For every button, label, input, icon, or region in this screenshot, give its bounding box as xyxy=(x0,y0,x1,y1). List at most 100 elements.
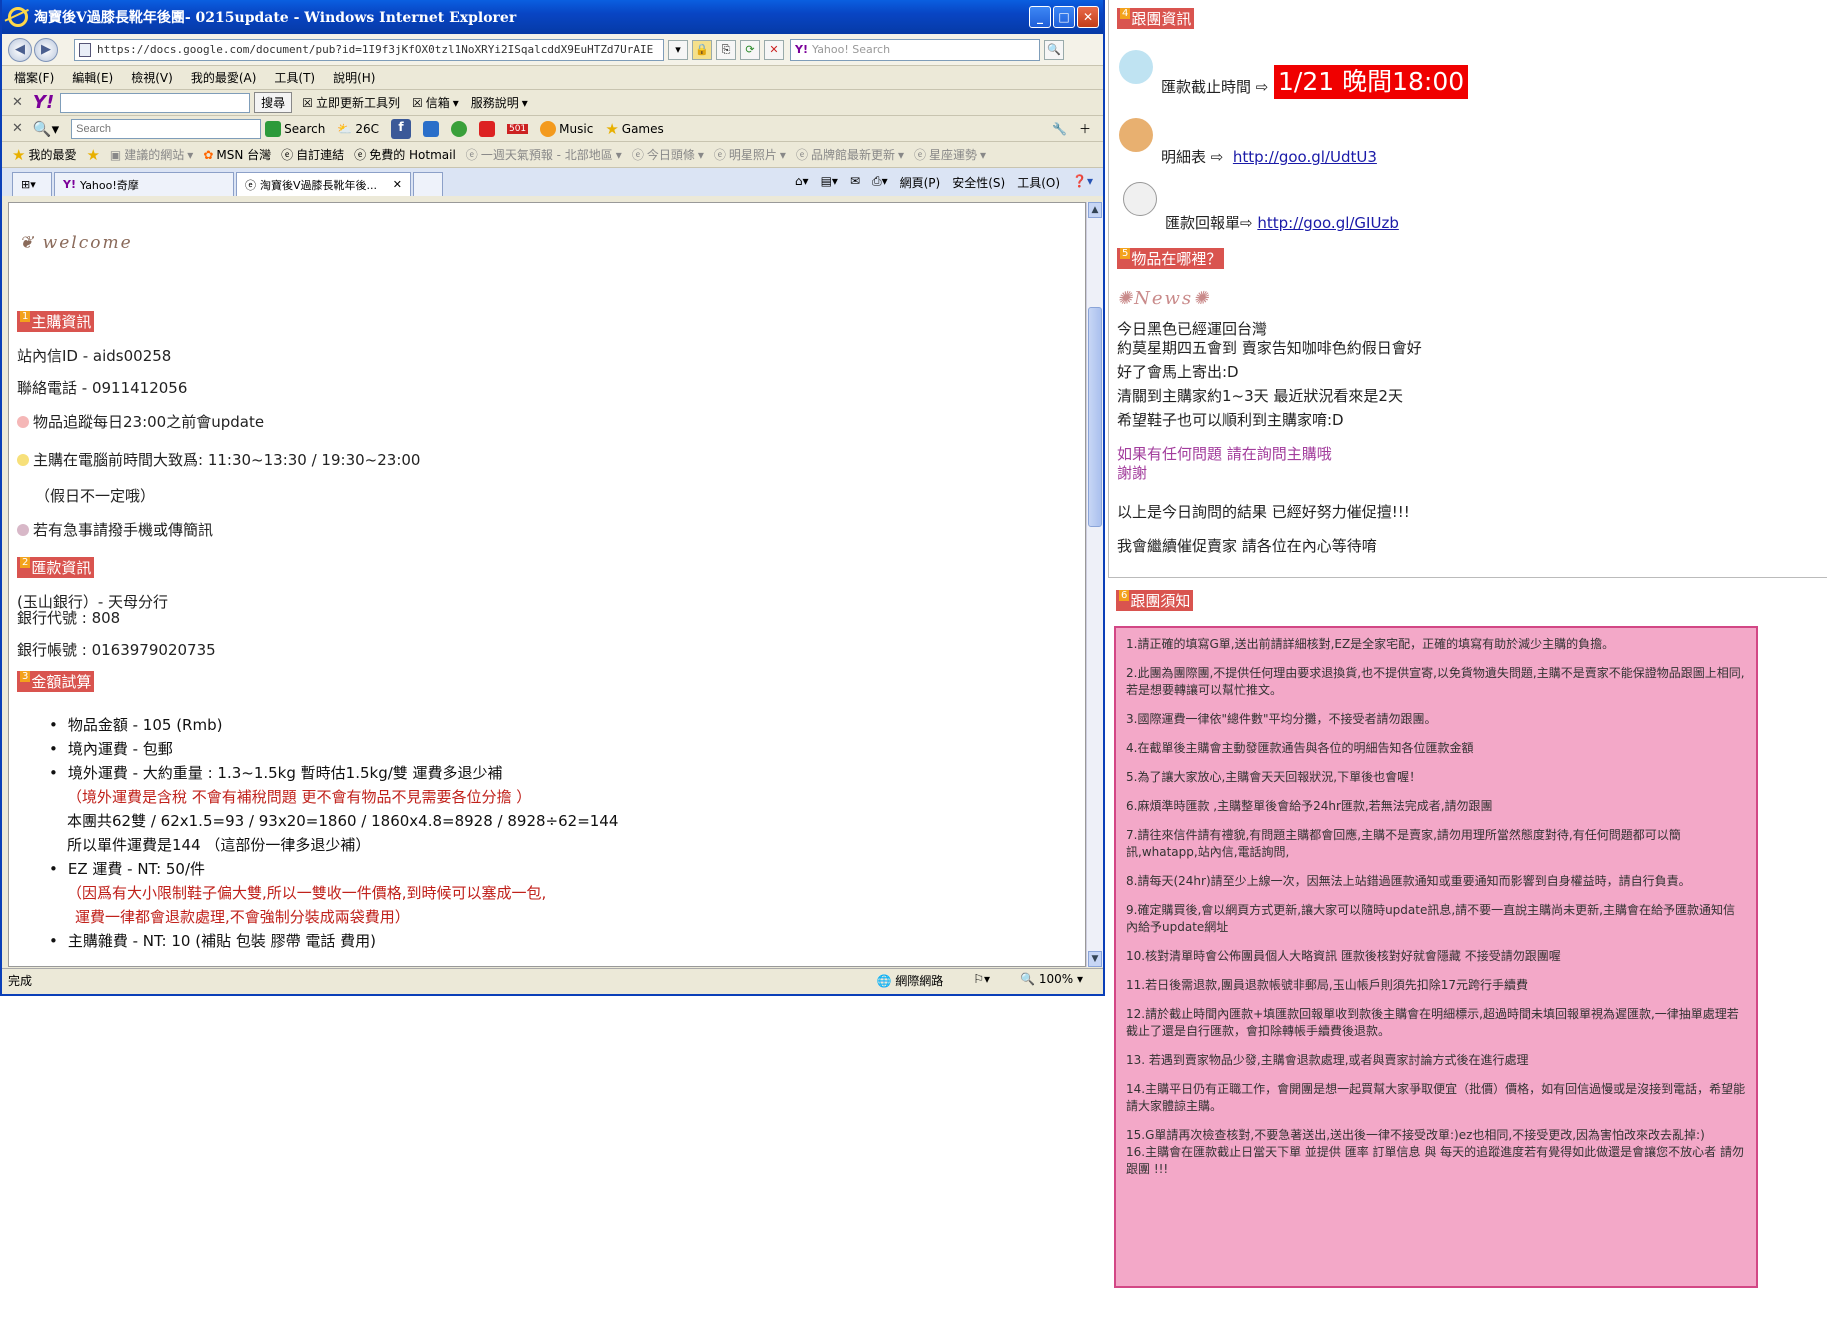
cost-calc: 本團共62雙 / 62x1.5=93 / 93x20=1860 / 1860x4… xyxy=(67,812,619,830)
fav-item-hotmail[interactable]: ⓔ 免費的 Hotmail xyxy=(354,146,456,163)
close-toolbar-icon[interactable]: ✕ xyxy=(12,121,23,136)
mailbox-label: 信箱 xyxy=(425,96,450,110)
menu-favorites[interactable]: 我的最愛(A) xyxy=(191,69,257,86)
minimize-button[interactable]: _ xyxy=(1029,6,1051,28)
rule-item: 16.主購會在匯款截止日當天下單 並提供 匯率 訂單信息 與 每天的追蹤進度若有… xyxy=(1126,1145,1744,1176)
add-favorite-icon[interactable]: ★ xyxy=(86,146,99,164)
weather-item[interactable]: ⛅ 26C xyxy=(337,122,379,136)
home-icon[interactable]: ⌂▾ xyxy=(795,174,809,191)
reply-link[interactable]: http://goo.gl/GIUzb xyxy=(1257,214,1399,232)
print-icon[interactable]: ⎙▾ xyxy=(872,174,888,191)
protected-mode-icon[interactable]: ⚐▾ xyxy=(973,972,990,989)
tab-document[interactable]: ⓔ 淘寶後V過膝長靴年後... ✕ xyxy=(236,172,411,196)
mail-icon xyxy=(422,120,439,137)
menu-edit[interactable]: 編輯(E) xyxy=(72,69,113,86)
mail-button[interactable] xyxy=(422,120,439,137)
fav-item-weather[interactable]: ⓔ 一週天氣預報 - 北部地區 ▾ xyxy=(466,146,622,163)
menu-tools[interactable]: 工具(T) xyxy=(274,69,315,86)
fav-item-stars[interactable]: ⓔ 明星照片 ▾ xyxy=(714,146,786,163)
close-toolbar-icon[interactable]: ✕ xyxy=(12,95,23,110)
internet-zone[interactable]: 🌐 網際網路 xyxy=(877,972,944,989)
fav-item-suggested[interactable]: ▣ 建議的網站 ▾ xyxy=(110,146,193,163)
yahoo-search-button[interactable]: 搜尋 xyxy=(254,92,293,113)
feeds-icon[interactable]: ▤▾ xyxy=(821,174,838,191)
zoom-control[interactable]: 🔍 100% ▾ xyxy=(1020,972,1083,989)
ie-page-icon: ⓔ xyxy=(281,148,294,162)
new-tab-button[interactable] xyxy=(413,172,443,196)
section-title: 金額試算 xyxy=(31,673,92,691)
news-line: 我會繼續催促賣家 請各位在內心等待唷 xyxy=(1117,537,1377,555)
yahoo-logo-icon[interactable]: Y! xyxy=(33,92,54,113)
quick-tabs-button[interactable]: ⊞▾ xyxy=(12,172,52,196)
facebook-button[interactable]: f xyxy=(390,118,411,139)
rule-item: 5.為了讓大家放心,主購會天天回報狀況,下單後也會喔！ xyxy=(1126,770,1422,784)
tab-close-icon[interactable]: ✕ xyxy=(393,178,402,191)
rule-item: 13. 若遇到賣家物品少發,主購會退款處理,或者與賣家討論方式後在進行處理 xyxy=(1126,1053,1529,1067)
maximize-button[interactable]: □ xyxy=(1053,6,1075,28)
toolbar-search-input[interactable] xyxy=(71,118,262,139)
ie-page-icon: ⓔ xyxy=(914,148,927,162)
notifications-button[interactable]: 501 xyxy=(506,123,529,134)
forward-button[interactable]: ▶ xyxy=(34,37,58,62)
yahoo-search-input[interactable]: Y! Yahoo! Search xyxy=(790,38,1040,61)
compat-view-icon[interactable]: ⎘ xyxy=(716,39,736,60)
update-toolbar-item[interactable]: ☒ 立即更新工具列 xyxy=(302,94,400,111)
url-field[interactable]: https://docs.google.com/document/pub?id=… xyxy=(74,38,664,61)
fav-item-brand[interactable]: ⓔ 品牌館最新更新 ▾ xyxy=(796,146,904,163)
news-question: 如果有任何問題 請在詢問主購哦 xyxy=(1117,445,1332,463)
music-button[interactable]: Music xyxy=(540,120,593,137)
menu-help[interactable]: 說明(H) xyxy=(333,69,375,86)
vertical-scrollbar[interactable]: ▲ ▼ xyxy=(1086,202,1103,967)
mailbox-item[interactable]: ☒ 信箱 ▾ xyxy=(412,94,459,111)
search-icon[interactable]: 🔍 xyxy=(1044,39,1064,60)
games-button[interactable]: ★ Games xyxy=(605,120,663,138)
add-icon[interactable]: ＋ xyxy=(1079,120,1091,137)
scroll-thumb[interactable] xyxy=(1088,307,1102,527)
tab-yahoo[interactable]: Y! Yahoo!奇摩 xyxy=(54,172,234,196)
fav-label: 今日頭條 xyxy=(646,148,695,162)
fav-item-headlines[interactable]: ⓔ 今日頭條 ▾ xyxy=(632,146,704,163)
fav-item-custom[interactable]: ⓔ 自訂連結 xyxy=(281,146,344,163)
close-button[interactable]: ✕ xyxy=(1077,6,1099,28)
note-holiday: （假日不一定哦） xyxy=(35,487,156,505)
chevron-down-icon: ▾ xyxy=(452,95,459,110)
fav-item-horoscope[interactable]: ⓔ 星座運勢 ▾ xyxy=(914,146,986,163)
scroll-up-icon[interactable]: ▲ xyxy=(1088,202,1102,218)
cmd-safety[interactable]: 安全性(S) xyxy=(952,174,1005,191)
mail-icon[interactable]: ✉ xyxy=(850,174,860,191)
wrench-icon[interactable]: 🔧 xyxy=(1052,122,1067,136)
tab-label: Yahoo!奇摩 xyxy=(79,178,139,192)
help-icon[interactable]: ❓▾ xyxy=(1072,174,1093,191)
update-toolbar-label: 立即更新工具列 xyxy=(315,96,400,110)
youtube-button[interactable] xyxy=(478,120,495,137)
cmd-page[interactable]: 網頁(P) xyxy=(900,174,941,191)
favorites-button[interactable]: ★ 我的最愛 xyxy=(12,146,76,164)
document-content: ❦ welcome 1 主購資訊 站內信ID - aids00258 聯絡電話 -… xyxy=(8,202,1086,967)
back-button[interactable]: ◀ xyxy=(8,37,32,62)
fav-item-msn[interactable]: ✿ MSN 台灣 xyxy=(203,146,271,163)
yahoo-toolbar-input[interactable] xyxy=(60,92,251,113)
title-bar: 淘寶後V過膝長靴年後團- 0215update - Windows Intern… xyxy=(2,0,1103,34)
branch-icon: ❦ xyxy=(19,233,43,253)
toolbar-search-button[interactable]: Search xyxy=(265,120,325,137)
magnifier-icon[interactable]: 🔍▾ xyxy=(33,120,59,138)
stop-icon[interactable]: ✕ xyxy=(764,39,784,60)
detail-link[interactable]: http://goo.gl/UdtU3 xyxy=(1233,148,1377,166)
help-item[interactable]: 服務說明 ▾ xyxy=(471,94,528,111)
section-title: 跟團須知 xyxy=(1130,592,1191,610)
cmd-tools[interactable]: 工具(O) xyxy=(1017,174,1060,191)
rabbit-icon xyxy=(1123,182,1157,216)
cost-item: 主購雜費 - NT: 10 (補貼 包裝 膠帶 電話 費用) xyxy=(49,929,618,953)
url-dropdown-button[interactable]: ▾ xyxy=(668,39,688,60)
back-arrow-icon: ◀ xyxy=(15,42,25,57)
lock-icon[interactable]: 🔒 xyxy=(692,39,712,60)
refresh-icon[interactable]: ⟳ xyxy=(740,39,760,60)
menu-file[interactable]: 檔案(F) xyxy=(14,69,54,86)
buyer-id: 站內信ID - aids00258 xyxy=(17,347,172,365)
utorrent-button[interactable] xyxy=(450,120,467,137)
yahoo-icon: Y! xyxy=(63,178,76,191)
right-top-section: 4 跟團資訊 匯款截止時間 ⇨ 1/21 晚間18:00 明細表 ⇨ http:/… xyxy=(1108,0,1827,578)
scroll-down-icon[interactable]: ▼ xyxy=(1088,951,1102,967)
welcome-text: welcome xyxy=(42,233,133,253)
menu-view[interactable]: 檢視(V) xyxy=(131,69,173,86)
